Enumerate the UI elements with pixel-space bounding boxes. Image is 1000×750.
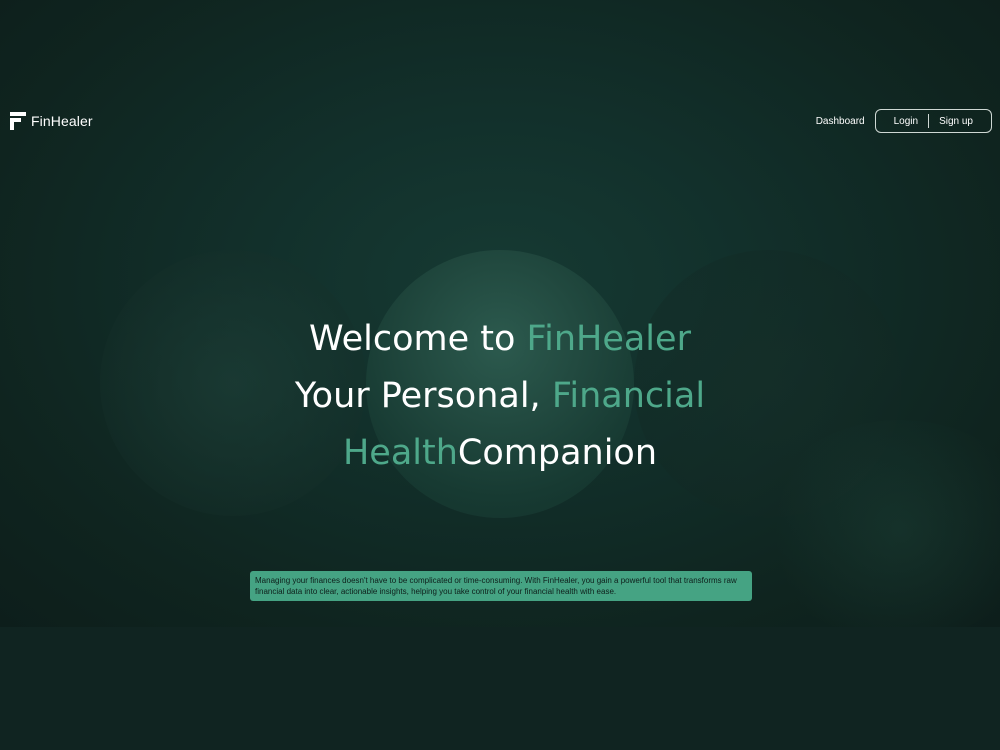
brand[interactable]: FinHealer: [10, 112, 93, 130]
finhealer-logo-icon: [10, 112, 26, 130]
headline-financial-text: Financial: [551, 376, 706, 417]
page: FinHealer Dashboard Login Sign up Welcom…: [0, 0, 1000, 750]
headline-companion-text: Companion: [457, 433, 658, 474]
hero-section: FinHealer Dashboard Login Sign up Welcom…: [0, 0, 1000, 627]
headline-line-3: HealthCompanion: [0, 425, 1000, 482]
login-button[interactable]: Login: [884, 116, 928, 127]
headline-health-text: Health: [342, 433, 458, 474]
bottom-band: [0, 627, 1000, 750]
hero-headline: Welcome to FinHealer Your Personal, Fina…: [0, 311, 1000, 482]
signup-button[interactable]: Sign up: [929, 116, 983, 127]
headline-line-2: Your Personal, Financial: [0, 368, 1000, 425]
headline-line-1: Welcome to FinHealer: [0, 311, 1000, 368]
headline-welcome-text: Welcome to: [309, 319, 527, 360]
headline-brand-text: FinHealer: [526, 319, 691, 360]
hero-description: Managing your finances doesn't have to b…: [250, 571, 752, 601]
dashboard-link[interactable]: Dashboard: [816, 116, 865, 127]
auth-button-group: Login Sign up: [874, 109, 992, 133]
header: FinHealer Dashboard Login Sign up: [0, 108, 1000, 136]
brand-name: FinHealer: [31, 113, 93, 129]
headline-personal-text: Your Personal,: [294, 376, 552, 417]
top-nav: Dashboard Login Sign up: [816, 109, 992, 133]
